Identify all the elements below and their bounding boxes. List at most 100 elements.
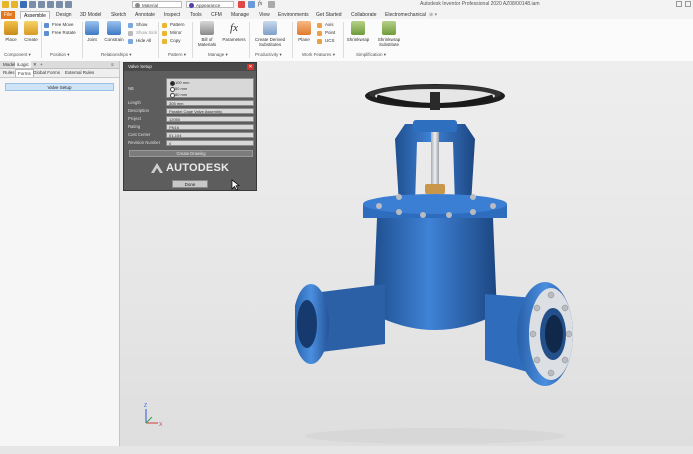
titlebar-tools: fx	[238, 1, 275, 8]
tab-inspect[interactable]: Inspect	[161, 11, 183, 19]
add-tab-icon[interactable]: +	[38, 61, 45, 68]
update-icon[interactable]	[56, 1, 63, 8]
size-option-100[interactable]: 100 mm	[170, 80, 189, 86]
position-panel-label[interactable]: Position ▾	[50, 52, 70, 58]
bom-button[interactable]: Bill of Materials	[194, 21, 220, 47]
constrain-button[interactable]: Constrain	[102, 21, 126, 42]
stem[interactable]	[431, 132, 439, 192]
project-label: Project	[128, 116, 142, 121]
revision-number-label: Revision Number	[128, 140, 161, 145]
customize-icon[interactable]	[268, 1, 275, 8]
save-icon[interactable]	[20, 1, 27, 8]
tab-manage[interactable]: Manage	[228, 11, 252, 19]
tab-view[interactable]: View	[256, 11, 273, 19]
autodesk-logo-icon	[151, 163, 163, 173]
plane-button[interactable]: Plane	[295, 21, 313, 42]
separator	[249, 22, 250, 58]
material-dropdown[interactable]: Material	[132, 1, 182, 8]
hide-all-button[interactable]: Hide All	[128, 38, 151, 44]
ribbon-extra-icon[interactable]: ⊕ ▾	[426, 11, 440, 19]
tab-annotate[interactable]: Annotate	[132, 11, 158, 19]
free-rotate-button[interactable]: Free Rotate	[44, 30, 76, 36]
panel-menu-icon[interactable]: ≡	[109, 61, 116, 68]
size-option-80[interactable]: 80 mm	[170, 92, 187, 98]
subtab-external-rules[interactable]: External Rules	[63, 69, 96, 77]
manage-panel-label[interactable]: Manage ▾	[208, 52, 228, 58]
appearance-dropdown[interactable]: Appearance	[186, 1, 234, 8]
shrinkwrap-substitute-button[interactable]: Shrinkwrap Substitute	[372, 21, 406, 47]
description-field[interactable]: Parallel Cage Valve Assembly	[166, 108, 254, 114]
project-field[interactable]: 12050	[166, 116, 254, 122]
tab-design[interactable]: Design	[53, 11, 75, 19]
select-icon[interactable]	[65, 1, 72, 8]
valve-setup-form-button[interactable]: Valve Setup	[5, 83, 114, 91]
pattern-panel-label[interactable]: Pattern ▾	[168, 52, 186, 58]
free-move-button[interactable]: Free Move	[44, 22, 74, 28]
maximize-icon[interactable]	[685, 1, 691, 7]
point-button[interactable]: Point	[317, 30, 335, 36]
tab-environments[interactable]: Environments	[275, 11, 312, 19]
show-sick-button[interactable]: Show Sick	[128, 30, 157, 36]
length-field[interactable]: 305 mm	[166, 100, 254, 106]
tab-tools[interactable]: Tools	[187, 11, 205, 19]
size-option-50[interactable]: 50 mm	[170, 86, 187, 92]
productivity-panel-label[interactable]: Productivity ▾	[255, 52, 282, 58]
parameters-button[interactable]: fx Parameters	[221, 21, 247, 42]
open-file-icon[interactable]	[11, 1, 18, 8]
done-button[interactable]: Done	[172, 180, 208, 188]
ucs-button[interactable]: UCS	[317, 38, 335, 44]
appearance-icon	[189, 3, 194, 8]
tab-3d-model[interactable]: 3D Model	[77, 11, 104, 19]
subtab-global-forms[interactable]: Global Forms	[31, 69, 62, 77]
tab-collaborate[interactable]: Collaborate	[348, 11, 380, 19]
home-icon[interactable]	[47, 1, 54, 8]
tab-cfm[interactable]: CFM	[208, 11, 225, 19]
tab-ilogic[interactable]: iLogic	[15, 61, 31, 68]
simplification-panel-label[interactable]: Simplification ▾	[356, 52, 386, 58]
new-file-icon[interactable]	[2, 1, 9, 8]
clear-appearance-icon[interactable]	[238, 1, 245, 8]
shrinkwrap-button[interactable]: Shrinkwrap	[346, 21, 370, 42]
separator	[158, 22, 159, 58]
show-button[interactable]: Show	[128, 22, 147, 28]
work-features-panel-label[interactable]: Work Features ▾	[302, 52, 335, 58]
create-drawing-button[interactable]: Create Drawing	[129, 150, 253, 157]
constrain-icon	[107, 21, 121, 35]
separator	[82, 22, 83, 58]
close-icon[interactable]: ✕	[247, 64, 254, 70]
separator	[292, 22, 293, 58]
joint-button[interactable]: Joint	[84, 21, 100, 42]
undo-icon[interactable]	[29, 1, 36, 8]
place-button[interactable]: Place	[2, 21, 20, 42]
view-triad[interactable]: Z X	[140, 401, 164, 429]
tab-sketch[interactable]: Sketch	[108, 11, 129, 19]
tab-file[interactable]: File	[1, 11, 16, 19]
tab-get-started[interactable]: Get Started	[313, 11, 345, 19]
valve-body[interactable]	[373, 218, 497, 330]
mirror-button[interactable]: Mirror	[162, 30, 182, 36]
separator	[41, 22, 42, 58]
rating-field[interactable]: PN16	[166, 124, 254, 130]
fx-icon[interactable]: fx	[258, 1, 265, 8]
redo-icon[interactable]	[38, 1, 45, 8]
create-derived-button[interactable]: Create Derived Substitutes	[251, 21, 289, 47]
revision-number-field[interactable]: 0	[166, 140, 254, 146]
axis-button[interactable]: Axis	[317, 22, 334, 28]
copy-button[interactable]: Copy	[162, 38, 181, 44]
axis-icon	[317, 23, 322, 28]
ilogic-browser-panel: Model iLogic ✕ + ≡ Rules Forms Global Fo…	[0, 61, 120, 446]
adjust-icon[interactable]	[248, 1, 255, 8]
valve-model[interactable]	[295, 84, 595, 454]
cost-center-field[interactable]: 01-104	[166, 132, 254, 138]
separator	[343, 22, 344, 58]
relationships-panel-label[interactable]: Relationships ▾	[101, 52, 132, 58]
component-panel-label[interactable]: Component ▾	[4, 52, 31, 58]
create-button[interactable]: Create	[22, 21, 40, 42]
show-sick-icon	[128, 31, 133, 36]
panel-subtabs: Rules Forms Global Forms External Rules	[0, 69, 119, 78]
minimize-icon[interactable]	[676, 1, 682, 7]
plane-icon	[297, 21, 311, 35]
rating-label: Rating	[128, 124, 141, 129]
pattern-button[interactable]: Pattern	[162, 22, 185, 28]
tab-electromechanical[interactable]: Electromechanical	[382, 11, 429, 19]
